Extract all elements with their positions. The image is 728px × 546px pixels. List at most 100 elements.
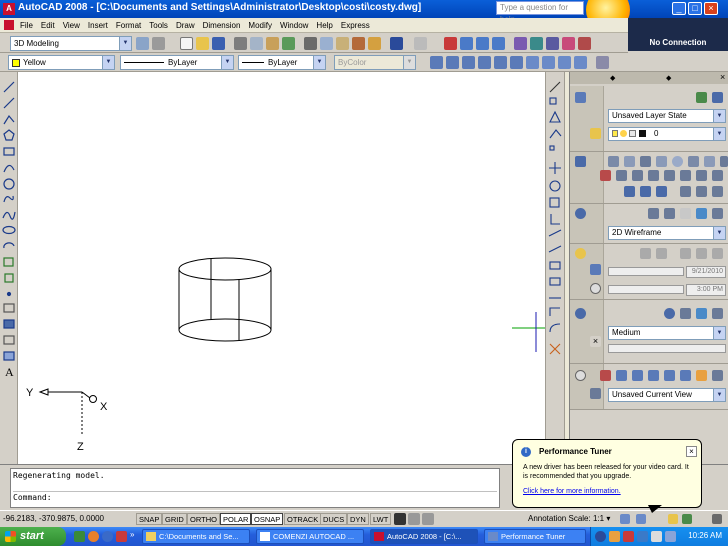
- block-editor-icon[interactable]: [368, 37, 381, 50]
- point-icon[interactable]: [6, 291, 12, 297]
- plotstyle-dropdown[interactable]: ByColor ▼: [334, 55, 416, 70]
- menu-tools[interactable]: Tools: [145, 18, 172, 31]
- pin-icon[interactable]: ◆: [610, 74, 615, 82]
- help-search-input[interactable]: Type a question for help: [496, 1, 584, 24]
- dashboard-header[interactable]: ◆ ◆ ×: [570, 72, 728, 84]
- workspace-settings-icon[interactable]: [136, 37, 149, 50]
- publish-icon[interactable]: [266, 37, 279, 50]
- annotation-visibility-icon[interactable]: [620, 514, 630, 524]
- layers-panel-icon[interactable]: [575, 92, 586, 103]
- plot-icon[interactable]: [234, 37, 247, 50]
- annotation-scale[interactable]: Annotation Scale: 1:1 ▾: [528, 514, 610, 523]
- document-menu-icon[interactable]: [4, 20, 14, 30]
- palette-options-icon[interactable]: ◆: [666, 74, 671, 82]
- trim-icon[interactable]: [548, 229, 562, 237]
- 3d-align-icon[interactable]: [712, 186, 723, 197]
- polar-toggle[interactable]: POLAR: [220, 513, 252, 525]
- view-left-icon[interactable]: [462, 56, 475, 69]
- material-map-icon[interactable]: [696, 308, 707, 319]
- sun-status-icon[interactable]: [696, 248, 707, 259]
- scale-icon[interactable]: [549, 197, 560, 208]
- point-light-icon[interactable]: [640, 248, 651, 259]
- insert-block-icon[interactable]: [3, 257, 14, 267]
- otrack-toggle[interactable]: OTRACK: [284, 513, 322, 525]
- material-detail-slider[interactable]: [608, 344, 726, 353]
- menu-express[interactable]: Express: [337, 18, 374, 31]
- rotate-icon[interactable]: [549, 180, 561, 192]
- presspull-icon[interactable]: [632, 170, 643, 181]
- task-autocad[interactable]: AutoCAD 2008 - [C:\...: [370, 529, 478, 544]
- lights-panel-icon[interactable]: [575, 248, 586, 259]
- visual-styles-panel-icon[interactable]: [575, 208, 586, 219]
- layer-dropdown[interactable]: Yellow ▼: [8, 55, 115, 70]
- layer-control-dropdown[interactable]: 0 ▼: [608, 127, 726, 141]
- extrude-icon[interactable]: [616, 170, 627, 181]
- view-bottom-icon[interactable]: [446, 56, 459, 69]
- date-slider[interactable]: [608, 267, 684, 276]
- clean-screen-icon[interactable]: [712, 514, 722, 524]
- intersect-icon[interactable]: [656, 186, 667, 197]
- start-button[interactable]: start: [0, 527, 66, 546]
- quicklaunch-ie-icon[interactable]: [102, 531, 113, 542]
- command-prompt[interactable]: Command:: [13, 491, 497, 504]
- distant-light-icon[interactable]: [680, 248, 691, 259]
- menu-help[interactable]: Help: [312, 18, 336, 31]
- light-list-icon[interactable]: [712, 248, 723, 259]
- break-icon[interactable]: [549, 277, 561, 286]
- open-file-icon[interactable]: [196, 37, 209, 50]
- view-top-icon[interactable]: [430, 56, 443, 69]
- copy-icon[interactable]: [320, 37, 333, 50]
- 3d-hidden-icon[interactable]: [664, 208, 675, 219]
- torus-icon[interactable]: [704, 156, 715, 167]
- model-space-canvas[interactable]: Y X Z: [18, 72, 545, 464]
- line-tool-icon[interactable]: [3, 81, 15, 93]
- dyn-toggle[interactable]: DYN: [347, 513, 369, 525]
- antivirus-tray-icon[interactable]: [623, 531, 634, 542]
- plot-preview-icon[interactable]: [250, 37, 263, 50]
- time-field[interactable]: 3:00 PM: [686, 284, 726, 296]
- clock[interactable]: 10:26 AM: [688, 531, 722, 540]
- rectangle-icon[interactable]: [3, 147, 15, 156]
- annotation-autoscale-icon[interactable]: [636, 514, 646, 524]
- table-icon[interactable]: [3, 351, 15, 361]
- layout-list-icon[interactable]: [422, 513, 434, 525]
- thicken-icon[interactable]: [712, 170, 723, 181]
- revision-cloud-icon[interactable]: [3, 195, 14, 203]
- tray-app-icon[interactable]: [609, 531, 620, 542]
- quicklaunch-firefox-icon[interactable]: [88, 531, 99, 542]
- ellipse-icon[interactable]: [2, 225, 16, 235]
- cylinder-top-ellipse[interactable]: [178, 257, 272, 281]
- time-slider[interactable]: [608, 285, 684, 294]
- menu-modify[interactable]: Modify: [244, 18, 276, 31]
- stretch-icon[interactable]: [550, 214, 560, 225]
- cone-icon[interactable]: [656, 156, 667, 167]
- circle-icon[interactable]: [3, 178, 15, 190]
- sphere-icon[interactable]: [672, 156, 683, 167]
- toolbar-lock-status-icon[interactable]: [668, 514, 678, 524]
- cylinder-wireframe[interactable]: [178, 257, 272, 342]
- make-block-icon[interactable]: [4, 273, 14, 283]
- quicklaunch-app-icon[interactable]: [116, 531, 127, 542]
- ducs-toggle[interactable]: DUCS: [320, 513, 348, 525]
- redo-icon[interactable]: [414, 37, 427, 50]
- menu-edit[interactable]: Edit: [37, 18, 59, 31]
- walk-icon[interactable]: [696, 370, 707, 381]
- wedge-icon[interactable]: [624, 156, 635, 167]
- material-remove-icon[interactable]: ×: [590, 336, 601, 347]
- view-se-iso-icon[interactable]: [542, 56, 555, 69]
- move-icon[interactable]: [549, 162, 561, 174]
- 3d-wireframe-icon[interactable]: [648, 208, 659, 219]
- layout-tab-icon[interactable]: [408, 513, 420, 525]
- region-icon[interactable]: [3, 335, 15, 345]
- task-performance-tuner[interactable]: Performance Tuner: [484, 529, 586, 544]
- menu-view[interactable]: View: [59, 18, 84, 31]
- cylinder-icon[interactable]: [640, 156, 651, 167]
- properties-icon[interactable]: [514, 37, 527, 50]
- break-at-point-icon[interactable]: [549, 261, 561, 270]
- zoom-previous-icon[interactable]: [492, 37, 505, 50]
- material-copy-icon[interactable]: [712, 308, 723, 319]
- continuous-orbit-icon[interactable]: [632, 370, 643, 381]
- camera-icon[interactable]: [596, 56, 609, 69]
- grid-toggle[interactable]: GRID: [162, 513, 187, 525]
- polygon-icon[interactable]: [3, 129, 15, 141]
